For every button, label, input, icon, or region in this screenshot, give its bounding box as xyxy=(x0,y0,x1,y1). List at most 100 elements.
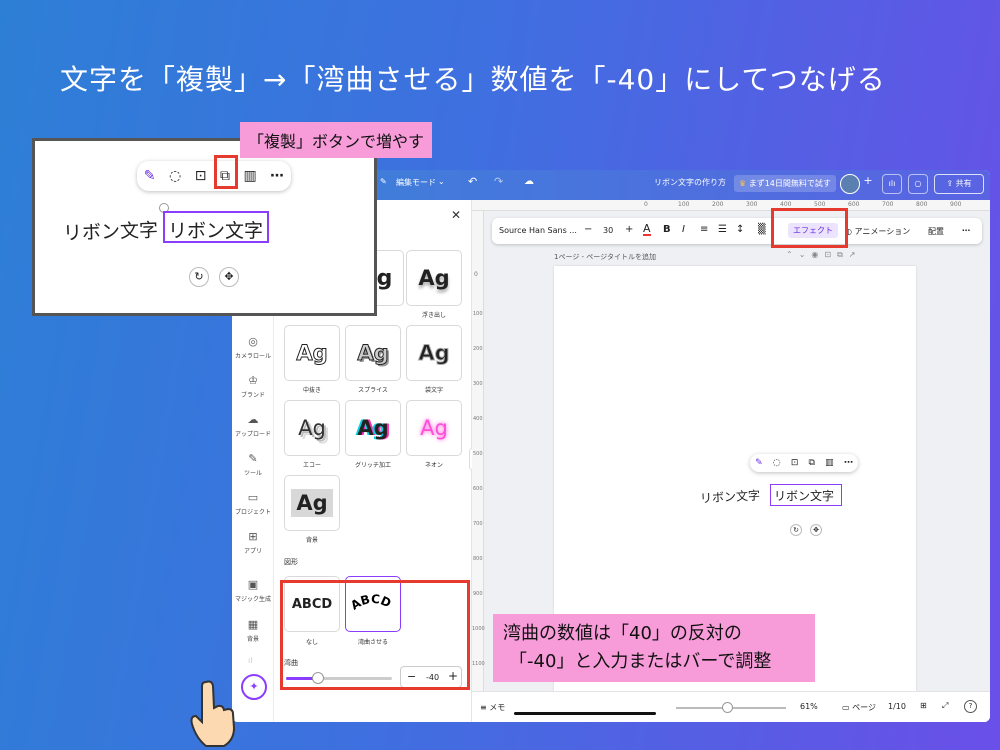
redo-icon[interactable]: ↷ xyxy=(494,175,503,188)
effect-label: 浮き出し xyxy=(421,312,446,319)
ruler-tick: 700 xyxy=(882,201,894,208)
move-handle[interactable]: ✥ xyxy=(810,524,822,536)
help-icon[interactable]: ? xyxy=(964,700,977,713)
effect-card-lift[interactable]: Ag xyxy=(406,250,462,306)
effect-card-echo[interactable]: Ag xyxy=(284,400,340,456)
rail-item-tools[interactable]: ✎ ツール xyxy=(232,452,274,477)
effects-button-highlight xyxy=(771,208,848,248)
pointing-hand-icon xyxy=(190,680,236,747)
lock-icon[interactable]: ⊡ xyxy=(195,168,207,184)
zoomed-inset: ✎ ◌ ⊡ ⧉ ▥ ⋯ リボン文字 リボン文字 ↻ ✥ xyxy=(32,138,377,316)
add-member-icon[interactable]: + xyxy=(860,174,876,194)
increase-size-button[interactable]: + xyxy=(625,224,633,235)
more-icon[interactable]: ⋯ xyxy=(962,226,970,235)
rail-item-uploads[interactable]: ☁ アップロード xyxy=(232,413,274,438)
rail-item-projects[interactable]: ▭ プロジェクト xyxy=(232,491,274,516)
comment-add-icon[interactable]: ◌ xyxy=(169,168,181,184)
rail-item-magic-media[interactable]: ▣ マジック生成 xyxy=(232,578,274,603)
ruler-tick: 0 xyxy=(474,271,478,278)
comment-icon[interactable]: ○ xyxy=(908,174,928,194)
more-icon[interactable]: ⋯ xyxy=(844,458,853,468)
rotate-handle-zoomed[interactable]: ↻ xyxy=(189,267,209,287)
fullscreen-icon[interactable]: ⤢ xyxy=(942,701,948,711)
effect-card-outline[interactable]: Ag xyxy=(406,325,462,381)
rotate-icon: ↻ xyxy=(793,526,799,534)
text-toolbar: Source Han Sans ... − 30 + A B I ≡ ☰ ↕ ▒… xyxy=(492,218,982,244)
ruler-tick: 100 xyxy=(678,201,690,208)
effect-sample: Ag xyxy=(357,341,389,366)
ruler-tick: 800 xyxy=(473,556,483,562)
effect-card-splice[interactable]: Ag xyxy=(345,325,401,381)
effect-card-glitch[interactable]: Ag xyxy=(345,400,401,456)
page-header[interactable]: 1ページ - ページタイトルを追加 xyxy=(554,252,656,262)
camera-icon: ◎ xyxy=(248,335,258,348)
curve-setting-highlight xyxy=(280,580,470,690)
transparency-icon[interactable]: ▒ xyxy=(758,224,766,235)
comment-add-icon[interactable]: ◌ xyxy=(773,458,781,468)
bold-button[interactable]: B xyxy=(663,224,671,235)
text-copy-selection-zoomed[interactable]: リボン文字 xyxy=(163,211,269,243)
ruler-tick: 400 xyxy=(780,201,792,208)
rail-item-brand[interactable]: ♔ ブランド xyxy=(232,374,274,399)
trash-icon[interactable]: ▥ xyxy=(825,458,834,468)
rail-item-background[interactable]: ▦ 背景 xyxy=(232,618,274,643)
move-handle-zoomed[interactable]: ✥ xyxy=(219,267,239,287)
share-label: 共有 xyxy=(955,179,972,188)
rail-label: プロジェクト xyxy=(234,509,271,516)
zoom-slider-thumb[interactable] xyxy=(722,702,733,713)
italic-button[interactable]: I xyxy=(682,224,685,235)
zoom-slider[interactable] xyxy=(676,702,786,713)
share-button[interactable]: ⇪ 共有 xyxy=(934,174,984,194)
free-trial-button[interactable]: ♛ まず14日間無料で試す xyxy=(734,175,836,192)
magic-edit-icon[interactable]: ✎ xyxy=(144,168,156,184)
rotate-handle[interactable]: ↻ xyxy=(790,524,802,536)
effect-card-neon[interactable]: Ag xyxy=(406,400,462,456)
text-copy-selection[interactable]: リボン文字 xyxy=(770,484,842,506)
effect-card-background[interactable]: Ag xyxy=(284,475,340,531)
ruler-tick: 300 xyxy=(746,201,758,208)
list-icon[interactable]: ☰ xyxy=(718,224,727,235)
effect-sample: Ag xyxy=(418,341,450,366)
magic-assistant-button[interactable]: ✦ xyxy=(241,674,267,700)
rail-label: アップロード xyxy=(234,431,271,438)
apps-icon: ⊞ xyxy=(248,530,258,543)
rail-item-camera-roll[interactable]: ◎ カメラロール xyxy=(232,335,274,360)
text-original[interactable]: リボン文字 xyxy=(700,486,761,506)
lock-icon[interactable]: ⊡ xyxy=(791,458,799,468)
upload-icon: ☁ xyxy=(247,413,259,426)
align-icon[interactable]: ≡ xyxy=(700,224,708,235)
zoom-level[interactable]: 61% xyxy=(800,702,818,711)
text-color-button[interactable]: A xyxy=(643,223,651,236)
tools-icon: ✎ xyxy=(248,452,258,465)
ruler-tick: 200 xyxy=(473,346,483,352)
rail-item-apps[interactable]: ⊞ アプリ xyxy=(232,530,274,555)
avatar[interactable] xyxy=(840,174,860,194)
move-icon: ✥ xyxy=(224,270,234,283)
trash-icon[interactable]: ▥ xyxy=(243,168,256,184)
font-size-input[interactable]: 30 xyxy=(603,226,613,235)
decrease-size-button[interactable]: − xyxy=(584,224,592,235)
font-family-select[interactable]: Source Han Sans ... xyxy=(499,226,577,235)
pages-button[interactable]: ▭ ページ xyxy=(842,702,876,713)
insights-icon[interactable]: ılı xyxy=(882,174,902,194)
ruler-tick: 300 xyxy=(473,381,483,387)
duplicate-button-highlight xyxy=(214,155,238,189)
position-button[interactable]: 配置 xyxy=(928,226,944,237)
animate-button[interactable]: ◐ アニメーション xyxy=(845,226,910,237)
notes-button[interactable]: ≡ メモ xyxy=(480,702,505,713)
effect-card-hollow[interactable]: Ag xyxy=(284,325,340,381)
more-icon[interactable]: ⋯ xyxy=(270,168,284,184)
edit-mode-dropdown[interactable]: 編集モード xyxy=(396,177,436,188)
undo-icon[interactable]: ↶ xyxy=(468,175,477,188)
magic-edit-icon[interactable]: ✎ xyxy=(755,458,763,468)
ruler-top: 0 100 200 300 400 500 600 700 800 900 xyxy=(472,200,990,211)
document-title[interactable]: リボン文字の作り方 xyxy=(654,177,726,188)
duplicate-icon[interactable]: ⧉ xyxy=(809,458,815,468)
close-icon[interactable]: ✕ xyxy=(451,208,461,222)
page-controls[interactable]: ⌃⌄◉⊡⧉↗ xyxy=(786,250,862,260)
spacing-icon[interactable]: ↕ xyxy=(736,224,744,235)
bar-chart-icon: ıl xyxy=(248,656,253,665)
text-original-zoomed[interactable]: リボン文字 xyxy=(63,215,159,245)
effect-label: ネオン xyxy=(424,462,443,469)
grid-view-icon[interactable]: ⊞ xyxy=(920,701,927,710)
